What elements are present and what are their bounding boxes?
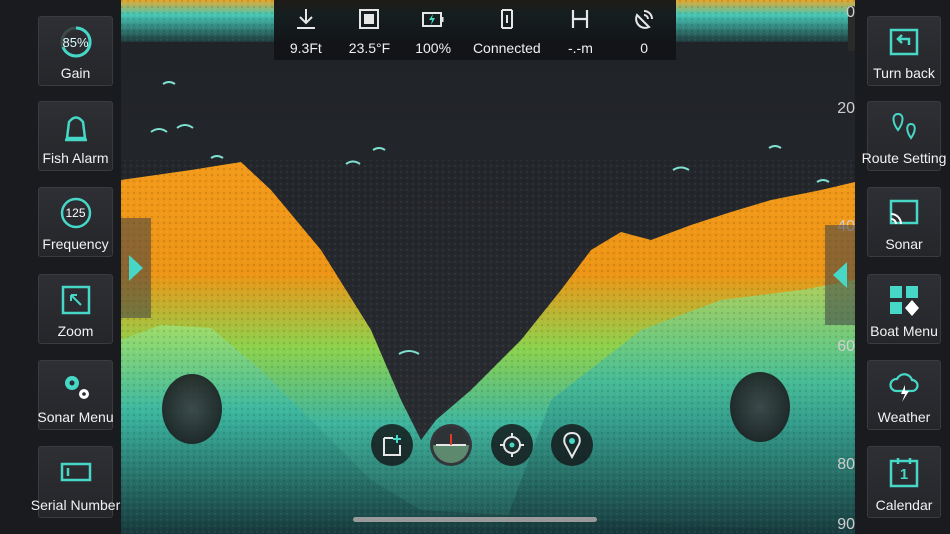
satellite-stat: 0 xyxy=(614,0,674,56)
turn-back-label: Turn back xyxy=(873,65,935,81)
sonar-menu-button[interactable]: Sonar Menu xyxy=(37,360,114,430)
battery-icon xyxy=(422,12,444,27)
gain-label: Gain xyxy=(60,65,91,81)
depth-scale-90: 90 xyxy=(837,516,855,533)
map-pin-icon xyxy=(563,431,581,459)
zoom-icon xyxy=(61,285,90,315)
boat-menu-label: Boat Menu xyxy=(870,323,938,339)
mark-location-button[interactable] xyxy=(551,424,593,466)
battery-stat: 100% xyxy=(403,0,463,56)
right-joystick[interactable] xyxy=(730,372,790,442)
sonar-echo-image xyxy=(121,0,855,534)
status-bar: 9.3Ft 23.5°F 100% Connected -.-m 0 xyxy=(274,0,676,60)
frequency-value: 125 xyxy=(65,206,86,220)
bell-icon xyxy=(64,116,87,142)
turn-back-button[interactable]: Turn back xyxy=(867,16,941,86)
depth-value: 9.3Ft xyxy=(289,40,322,56)
add-waypoint-button[interactable] xyxy=(371,424,413,466)
depth-scale-60: 60 xyxy=(837,338,855,355)
serial-number-button[interactable]: Serial Number xyxy=(31,446,120,518)
route-setting-label: Route Setting xyxy=(861,150,947,166)
zoom-label: Zoom xyxy=(57,323,94,339)
boat-level-button[interactable] xyxy=(430,424,472,466)
serial-number-icon xyxy=(60,462,91,482)
gain-value: 85% xyxy=(62,35,89,50)
sonar-button[interactable]: Sonar xyxy=(867,187,941,257)
calendar-button[interactable]: 1 Calendar xyxy=(867,446,941,518)
chevron-left-icon xyxy=(833,262,847,288)
depth-scale-80: 80 xyxy=(837,456,855,473)
sonar-menu-label: Sonar Menu xyxy=(37,409,114,425)
connection-icon xyxy=(500,9,513,29)
crosshair-icon xyxy=(500,433,524,457)
boat-menu-button[interactable]: Boat Menu xyxy=(867,274,941,344)
fish-alarm-label: Fish Alarm xyxy=(42,150,109,166)
temperature-value: 23.5°F xyxy=(348,40,391,56)
gears-icon xyxy=(64,376,89,399)
connection-value: Connected xyxy=(472,40,541,56)
zoom-button[interactable]: Zoom xyxy=(38,274,113,344)
horizon-icon xyxy=(433,427,469,463)
sonar-label: Sonar xyxy=(885,236,923,252)
weather-icon xyxy=(889,373,919,402)
serial-number-label: Serial Number xyxy=(30,497,121,513)
weather-label: Weather xyxy=(877,409,931,425)
left-sidebar: 85% Gain Fish Alarm 125 Frequency Zoom S… xyxy=(0,0,121,534)
locate-button[interactable] xyxy=(491,424,533,466)
home-indicator[interactable] xyxy=(353,517,597,522)
turn-back-icon xyxy=(889,28,919,56)
depth-scale-20: 20 xyxy=(837,100,855,117)
left-panel-toggle[interactable] xyxy=(121,218,151,318)
temperature-stat: 23.5°F xyxy=(339,0,399,56)
weather-button[interactable]: Weather xyxy=(867,360,941,430)
battery-value: 100% xyxy=(415,40,452,56)
temperature-icon xyxy=(359,9,380,29)
route-setting-button[interactable]: Route Setting xyxy=(862,101,946,171)
frequency-button[interactable]: 125 Frequency xyxy=(38,187,113,257)
satellite-icon xyxy=(635,10,654,29)
depth-scale-0: 0 xyxy=(846,4,855,21)
chevron-right-icon xyxy=(129,255,143,281)
calendar-label: Calendar xyxy=(875,497,933,513)
right-panel-toggle[interactable] xyxy=(825,225,855,325)
left-joystick[interactable] xyxy=(162,374,222,444)
cast-icon xyxy=(889,199,919,225)
calendar-day: 1 xyxy=(899,466,909,483)
frequency-label: Frequency xyxy=(42,236,109,252)
connection-stat: Connected xyxy=(467,0,547,56)
distance-value: -.-m xyxy=(568,40,593,56)
add-note-icon xyxy=(383,435,401,456)
depth-down-icon xyxy=(296,9,315,29)
distance-stat: -.-m xyxy=(550,0,610,56)
route-pins-icon xyxy=(892,112,916,140)
fish-alarm-button[interactable]: Fish Alarm xyxy=(38,101,113,171)
satellite-value: 0 xyxy=(640,40,648,56)
depth-stat: 9.3Ft xyxy=(276,0,336,56)
boat-menu-icon xyxy=(890,286,919,316)
distance-icon xyxy=(572,10,589,28)
sonar-display[interactable] xyxy=(121,0,855,534)
gain-button[interactable]: 85% Gain xyxy=(38,16,113,86)
